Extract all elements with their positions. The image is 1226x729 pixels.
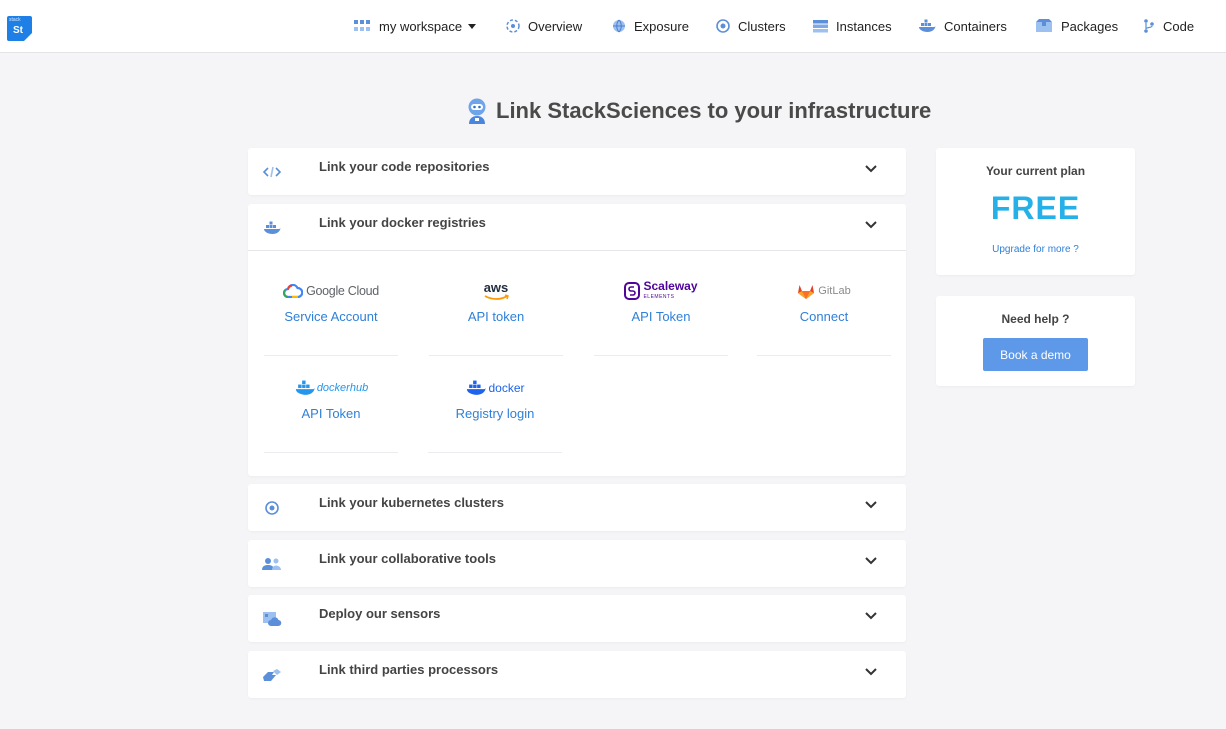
caret-down-icon [468,23,477,29]
nav-instances-label: Instances [836,18,892,34]
docker-icon [919,19,936,32]
accordion-header-code-repositories[interactable]: Link your code repositories [248,148,906,195]
page-title-text: Link StackSciences to your infrastructur… [496,98,932,123]
nav-overview-label: Overview [528,18,583,34]
cluster-icon [716,19,730,33]
accordion-label: Link third parties processors [319,662,499,677]
globe-icon [613,19,625,33]
code-branch-icon [1144,19,1154,33]
workspace-label: my workspace [379,18,463,34]
gitlab-connect-link[interactable]: Connect [757,309,891,324]
accordion-label: Link your docker registries [319,215,486,230]
chevron-down-icon [865,165,877,173]
plan-name: FREE [990,190,1081,226]
accordion-code-repositories: Link your code repositories [248,148,906,195]
app-logo[interactable]: stack St [7,16,32,41]
gitlab-icon [798,284,815,299]
accordion-sensors: Deploy our sensors [248,595,906,642]
help-title: Need help ? [1001,312,1070,326]
kubernetes-icon [265,501,279,515]
upgrade-link[interactable]: Upgrade for more ? [936,244,1135,255]
google-cloud-icon [283,284,304,298]
workspace-icon [354,20,370,31]
chevron-down-icon [865,612,877,620]
chevron-down-icon [865,557,877,565]
divider [248,250,906,251]
scaleway-logo: Scaleway ELEMENTS [594,278,728,304]
provider-aws[interactable]: aws API token [429,278,563,356]
instances-icon [813,20,828,33]
nav-overview[interactable]: Overview [506,16,582,36]
scaleway-icon [624,282,641,300]
book-demo-button[interactable]: Book a demo [983,338,1088,371]
processor-icon [263,669,281,681]
accordion-docker-registries: Link your docker registries Google Cloud… [248,204,906,476]
gitlab-logo: GitLab [757,278,891,304]
provider-scaleway[interactable]: Scaleway ELEMENTS API Token [594,278,728,356]
accordion-header-docker-registries[interactable]: Link your docker registries [248,204,906,251]
accordion-header-collaborative-tools[interactable]: Link your collaborative tools [248,540,906,587]
provider-google-cloud[interactable]: Google Cloud Service Account [264,278,398,356]
robot-icon [468,98,486,124]
provider-dockerhub[interactable]: dockerhub API Token [264,375,398,453]
accordion-third-parties: Link third parties processors [248,651,906,698]
docker-logo: docker [428,375,562,401]
overview-icon [506,19,520,33]
code-icon [262,166,282,178]
accordion-label: Link your kubernetes clusters [319,495,504,510]
accordion-label: Link your collaborative tools [319,551,496,566]
provider-docker[interactable]: docker Registry login [428,375,562,453]
packages-icon [1036,19,1052,32]
accordion-collaborative-tools: Link your collaborative tools [248,540,906,587]
accordion-header-kubernetes-clusters[interactable]: Link your kubernetes clusters [248,484,906,531]
docker-whale-icon [467,380,487,395]
sensor-icon [263,612,282,627]
accordion-label: Deploy our sensors [319,606,441,621]
chevron-down-icon [865,501,877,509]
page-title: Link StackSciences to your infrastructur… [466,97,931,125]
nav-instances[interactable]: Instances [813,16,892,36]
docker-whale-icon [295,380,315,395]
need-help-card: Need help ? Book a demo [936,296,1135,386]
accordion-kubernetes-clusters: Link your kubernetes clusters [248,484,906,531]
chevron-down-icon [865,668,877,676]
nav-packages[interactable]: Packages [1035,16,1118,36]
top-navbar: stack St my workspace Overview Exposure … [0,0,1226,53]
scaleway-api-token-link[interactable]: API Token [594,309,728,324]
chevron-down-icon [865,221,877,229]
accordion-header-third-parties[interactable]: Link third parties processors [248,651,906,698]
nav-packages-label: Packages [1061,18,1119,34]
current-plan-card: Your current plan FREE Upgrade for more … [936,148,1135,275]
accordion-header-sensors[interactable]: Deploy our sensors [248,595,906,642]
accordion-label: Link your code repositories [319,159,490,174]
nav-exposure-label: Exposure [634,18,689,34]
nav-clusters-label: Clusters [738,18,786,34]
aws-logo: aws [429,278,563,304]
google-cloud-logo: Google Cloud [264,278,398,304]
nav-code[interactable]: Code [1143,16,1194,36]
nav-containers[interactable]: Containers [918,16,1007,36]
docker-icon [264,221,281,234]
aws-smile-icon [484,294,509,300]
dockerhub-api-token-link[interactable]: API Token [264,406,398,421]
aws-api-token-link[interactable]: API token [429,309,563,324]
workspace-dropdown[interactable]: my workspace [353,16,477,36]
nav-clusters[interactable]: Clusters [716,16,786,36]
nav-code-label: Code [1163,18,1195,34]
plan-title: Your current plan [985,164,1086,178]
dockerhub-logo: dockerhub [264,375,398,401]
users-icon [262,558,281,570]
service-account-link[interactable]: Service Account [264,309,398,324]
docker-registry-login-link[interactable]: Registry login [428,406,562,421]
nav-containers-label: Containers [944,18,1007,34]
nav-exposure[interactable]: Exposure [612,16,689,36]
provider-gitlab[interactable]: GitLab Connect [757,278,891,356]
